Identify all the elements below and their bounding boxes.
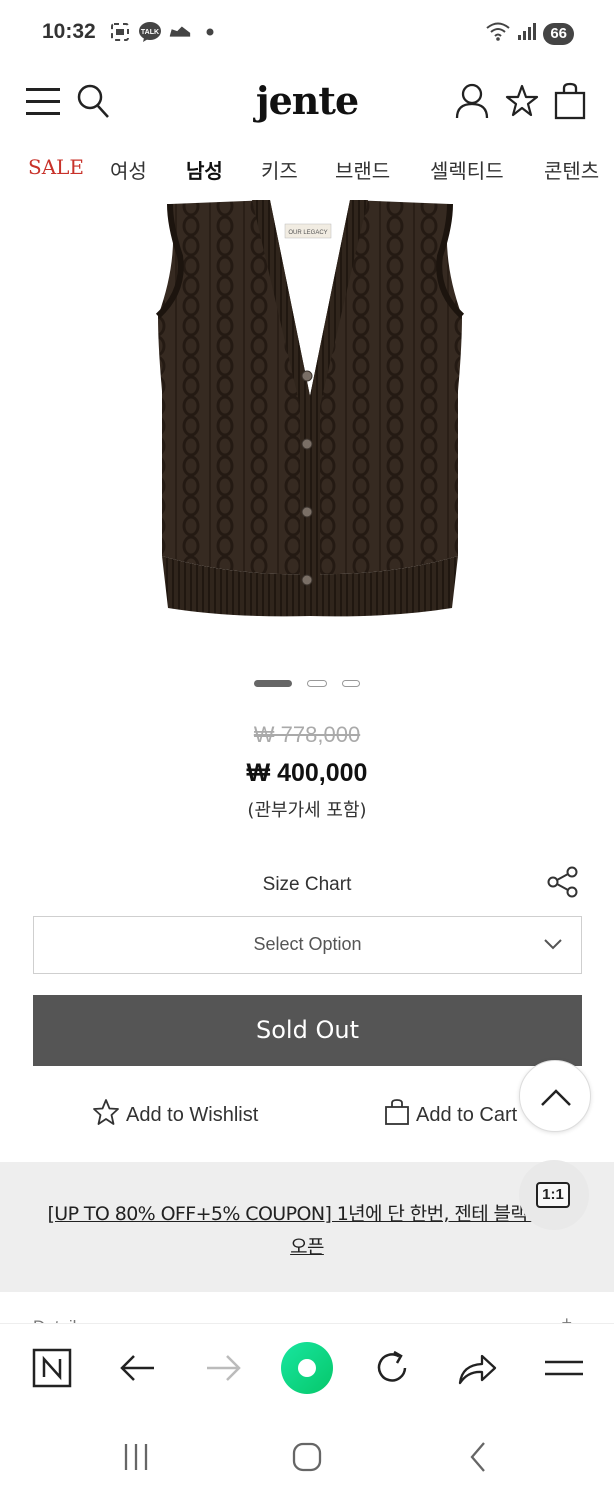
battery-indicator: 66: [543, 22, 574, 45]
talk-badge-text: TALK: [141, 29, 159, 36]
refresh-icon[interactable]: [368, 1344, 416, 1392]
shopping-bag-icon[interactable]: [553, 82, 589, 125]
status-bar: 10:32 TALK 66: [0, 0, 614, 66]
browser-toolbar: [0, 1323, 614, 1415]
notification-dot-icon: [198, 20, 222, 44]
home-icon[interactable]: [285, 1435, 329, 1479]
option-select-label: Select Option: [253, 934, 362, 954]
recent-apps-icon[interactable]: [114, 1435, 158, 1479]
shoe-icon: [168, 20, 192, 44]
original-price: ₩ 778,000: [253, 722, 361, 747]
star-outline-icon: [92, 1098, 120, 1132]
one-to-one-chat-button[interactable]: 1:1: [519, 1160, 589, 1230]
option-select[interactable]: Select Option: [33, 916, 582, 974]
sold-out-button[interactable]: Sold Out: [33, 995, 582, 1066]
details-section-peek[interactable]: Details +: [0, 1295, 614, 1336]
carousel-dot-2[interactable]: [307, 680, 327, 687]
site-header: jente: [0, 72, 614, 134]
category-kids[interactable]: 키즈: [261, 155, 298, 184]
chevron-down-icon: [543, 937, 563, 956]
carousel-dot-3[interactable]: [342, 680, 360, 687]
category-nav: SALE 여성 남성 키즈 브랜드 셀렉티드 콘텐츠: [0, 155, 614, 195]
share-icon[interactable]: [546, 866, 580, 898]
category-sale[interactable]: SALE: [28, 155, 84, 179]
browser-home-icon[interactable]: [280, 1341, 334, 1395]
account-icon[interactable]: [454, 82, 490, 125]
sale-price: ₩ 400,000: [246, 759, 368, 787]
brand-label-tag: OUR LEGACY: [288, 230, 327, 236]
carousel-dot-1[interactable]: [254, 680, 292, 687]
promo-line-1: [UP TO 80% OFF+5% COUPON] 1년에 단 한번, 젠테 블…: [47, 1203, 567, 1225]
category-men[interactable]: 남성: [186, 155, 223, 184]
back-arrow-icon[interactable]: [114, 1344, 162, 1392]
share-arrow-icon[interactable]: [453, 1344, 501, 1392]
scroll-to-top-button[interactable]: [519, 1060, 591, 1132]
category-brand[interactable]: 브랜드: [335, 155, 390, 184]
carousel-dots: [0, 680, 614, 690]
promo-link[interactable]: [UP TO 80% OFF+5% COUPON] 1년에 단 한번, 젠테 블…: [30, 1198, 584, 1264]
back-icon[interactable]: [457, 1435, 501, 1479]
signal-icon: [517, 20, 537, 47]
system-nav-bar: [0, 1415, 614, 1500]
forward-arrow-icon[interactable]: [199, 1344, 247, 1392]
kakaotalk-icon: TALK: [138, 20, 162, 44]
category-contents[interactable]: 콘텐츠: [544, 155, 599, 184]
size-chart-link[interactable]: Size Chart: [0, 874, 614, 896]
status-time: 10:32: [42, 20, 96, 43]
bag-icon: [384, 1098, 410, 1132]
naver-n-icon[interactable]: [28, 1344, 76, 1392]
wishlist-label: Add to Wishlist: [126, 1103, 259, 1126]
wifi-icon: [485, 20, 511, 47]
product-image[interactable]: OUR LEGACY: [140, 196, 480, 626]
add-to-wishlist-button[interactable]: Add to Wishlist: [92, 1098, 259, 1132]
chevron-up-icon: [541, 1089, 571, 1106]
browser-menu-icon[interactable]: [540, 1344, 588, 1392]
star-icon[interactable]: [504, 82, 540, 125]
screenshot-icon: [108, 20, 132, 44]
promo-line-2: 오픈: [290, 1236, 324, 1258]
category-women[interactable]: 여성: [110, 155, 147, 184]
tax-note: (관부가세 포함): [247, 800, 367, 821]
add-to-cart-button[interactable]: Add to Cart: [384, 1098, 518, 1132]
chat-badge: 1:1: [536, 1182, 570, 1208]
cart-label: Add to Cart: [416, 1103, 518, 1126]
category-selected[interactable]: 셀렉티드: [430, 155, 504, 184]
